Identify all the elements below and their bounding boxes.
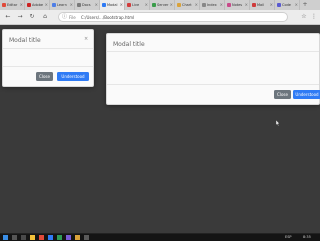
- forward-icon[interactable]: →: [16, 13, 24, 21]
- spreadsheet-icon[interactable]: [57, 235, 62, 240]
- mouse-cursor-icon: [276, 120, 280, 126]
- chrome-icon[interactable]: [39, 235, 44, 240]
- app-icon[interactable]: [84, 235, 89, 240]
- browser-tab[interactable]: Code ×: [275, 0, 300, 10]
- tab-close-icon[interactable]: ×: [295, 0, 298, 10]
- browser-tab[interactable]: Chart ×: [175, 0, 200, 10]
- tab-favicon-icon: [27, 3, 31, 7]
- tab-favicon-icon: [277, 3, 281, 7]
- tab-label: Chart: [182, 3, 192, 7]
- tab-label: Notes: [232, 3, 243, 7]
- close-icon[interactable]: ×: [84, 36, 88, 42]
- address-url[interactable]: C:/Users/.../Bootstrap.html: [81, 13, 134, 22]
- page-viewport: Modal title × Close Understood Modal tit…: [0, 25, 320, 235]
- modal-dialog-1: Modal title × Close Understood: [2, 29, 94, 87]
- modal-footer-divider: [3, 66, 93, 67]
- star-icon[interactable]: ☆: [300, 13, 308, 21]
- close-button[interactable]: Close: [36, 72, 53, 81]
- tab-label: Live: [132, 3, 140, 7]
- tab-label: Mail: [257, 3, 265, 7]
- home-icon[interactable]: ⌂: [41, 13, 49, 21]
- back-icon[interactable]: ←: [4, 13, 12, 21]
- start-icon[interactable]: [3, 235, 8, 240]
- tab-favicon-icon: [177, 3, 181, 7]
- tab-label: Docs: [82, 3, 91, 7]
- tab-favicon-icon: [152, 3, 156, 7]
- tab-label: Index: [207, 3, 217, 7]
- browser-tab[interactable]: Modal ×: [100, 0, 125, 10]
- tab-label: Code: [282, 3, 291, 7]
- understood-button[interactable]: Understood: [57, 72, 89, 81]
- browser-tab[interactable]: Mail ×: [250, 0, 275, 10]
- tab-strip: Editar × Adobe × Learn × Docs × Modal × Live × Serve…: [0, 0, 320, 10]
- tab-favicon-icon: [127, 3, 131, 7]
- close-button[interactable]: Close: [274, 90, 291, 99]
- editor-icon[interactable]: [66, 235, 71, 240]
- understood-button[interactable]: Understood: [293, 90, 320, 99]
- tab-label: Editar: [7, 3, 18, 7]
- tab-close-icon[interactable]: ×: [20, 0, 23, 10]
- modal-header-divider: [107, 51, 319, 52]
- tab-favicon-icon: [202, 3, 206, 7]
- tab-close-icon[interactable]: ×: [95, 0, 98, 10]
- new-tab-button[interactable]: +: [300, 0, 310, 10]
- tab-close-icon[interactable]: ×: [270, 0, 273, 10]
- tab-label: Adobe: [32, 3, 44, 7]
- tab-close-icon[interactable]: ×: [45, 0, 48, 10]
- browser-tab[interactable]: Editar ×: [0, 0, 25, 10]
- tab-favicon-icon: [2, 3, 6, 7]
- browser-tab[interactable]: Index ×: [200, 0, 225, 10]
- browser-tab[interactable]: Live ×: [125, 0, 150, 10]
- edge-icon[interactable]: [48, 235, 53, 240]
- tab-favicon-icon: [227, 3, 231, 7]
- tab-label: Modal: [107, 3, 118, 7]
- info-icon: ⓘ: [62, 14, 68, 20]
- browser-tab[interactable]: Docs ×: [75, 0, 100, 10]
- browser-tab[interactable]: Adobe ×: [25, 0, 50, 10]
- tab-favicon-icon: [252, 3, 256, 7]
- search-icon[interactable]: [12, 235, 17, 240]
- tab-close-icon[interactable]: ×: [145, 0, 148, 10]
- file-explorer-icon[interactable]: [30, 235, 35, 240]
- tab-close-icon[interactable]: ×: [245, 0, 248, 10]
- browser-tab[interactable]: Notes ×: [225, 0, 250, 10]
- browser-toolbar: ← → ↻ ⌂ ⓘ File C:/Users/.../Bootstrap.ht…: [0, 10, 320, 25]
- app-icon[interactable]: [75, 235, 80, 240]
- modal-title: Modal title: [113, 41, 145, 48]
- tab-close-icon[interactable]: ×: [170, 0, 173, 10]
- browser-tab[interactable]: Server ×: [150, 0, 175, 10]
- tab-close-icon[interactable]: ×: [220, 0, 223, 10]
- address-scheme: File: [69, 15, 76, 20]
- tab-favicon-icon: [102, 3, 106, 7]
- tab-label: Server: [157, 3, 169, 7]
- browser-tab[interactable]: Learn ×: [50, 0, 75, 10]
- tab-close-icon[interactable]: ×: [120, 0, 123, 10]
- modal-title: Modal title: [9, 37, 41, 44]
- menu-icon[interactable]: ⋮: [310, 13, 318, 21]
- address-bar[interactable]: ⓘ File C:/Users/.../Bootstrap.html: [58, 12, 288, 22]
- task-view-icon[interactable]: [21, 235, 26, 240]
- tab-favicon-icon: [52, 3, 56, 7]
- modal-header-divider: [3, 48, 93, 49]
- reload-icon[interactable]: ↻: [28, 13, 36, 21]
- modal-footer-divider: [107, 84, 319, 85]
- tab-label: Learn: [57, 3, 67, 7]
- tab-favicon-icon: [77, 3, 81, 7]
- tab-close-icon[interactable]: ×: [195, 0, 198, 10]
- modal-dialog-2: Modal title Close Understood: [106, 33, 320, 105]
- tab-close-icon[interactable]: ×: [70, 0, 73, 10]
- browser-chrome: Editar × Adobe × Learn × Docs × Modal × Live × Serve…: [0, 0, 320, 25]
